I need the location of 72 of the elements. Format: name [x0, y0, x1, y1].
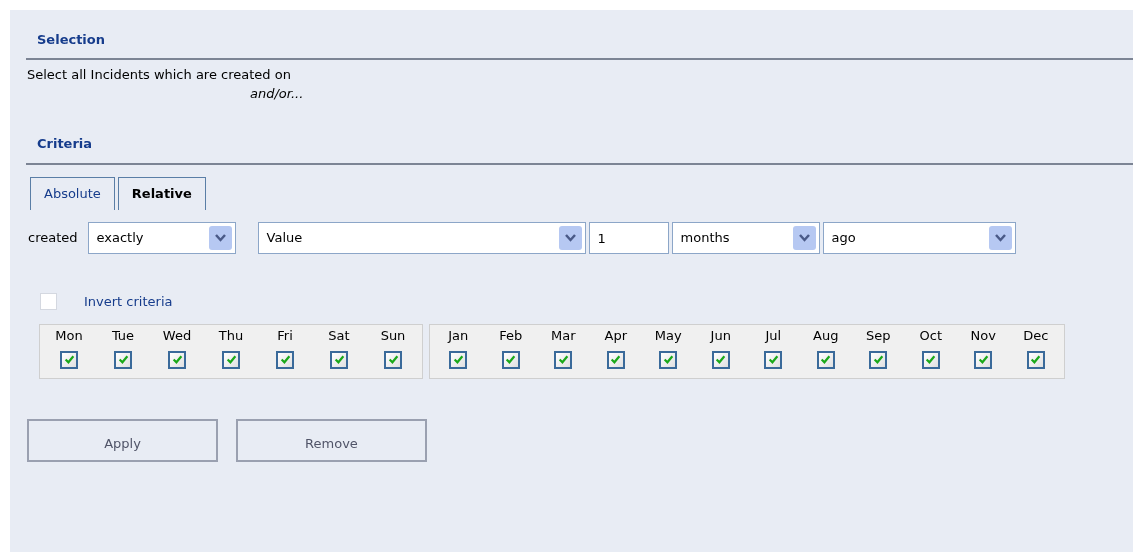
connector-text: and/or... — [250, 85, 304, 101]
checkbox[interactable] — [501, 350, 520, 369]
column-label: Jul — [765, 327, 782, 344]
column-label: Jun — [710, 327, 731, 344]
column-label: Oct — [919, 327, 942, 344]
tab[interactable]: Relative — [117, 177, 206, 210]
check-icon — [171, 354, 183, 365]
column-label: Tue — [111, 327, 135, 344]
check-icon — [333, 354, 345, 365]
column-label: Thu — [218, 327, 244, 344]
column-label: Sep — [866, 327, 891, 344]
column-label: Fri — [277, 327, 293, 344]
check-icon — [225, 354, 237, 365]
check-icon — [977, 354, 989, 365]
dropdown[interactable]: Value — [257, 222, 586, 254]
column-label: May — [654, 327, 682, 344]
checkbox[interactable] — [1026, 350, 1045, 369]
column-label: Apr — [604, 327, 627, 344]
section-heading: Criteria — [36, 134, 94, 153]
checkbox[interactable] — [449, 350, 468, 369]
column-label: Jan — [448, 327, 469, 344]
checkbox[interactable] — [276, 350, 294, 369]
check-icon — [662, 354, 674, 365]
check-icon — [610, 354, 622, 365]
section-heading: Selection — [36, 31, 106, 49]
check-icon — [279, 354, 291, 365]
column-label: Wed — [162, 327, 192, 344]
tab[interactable]: Absolute — [30, 177, 115, 210]
dropdown[interactable]: exactly — [87, 222, 236, 254]
check-icon — [820, 354, 832, 365]
column-label: Dec — [1023, 327, 1049, 344]
check-icon — [925, 354, 937, 365]
column-label: Mar — [551, 327, 576, 344]
action-button[interactable]: Remove — [236, 418, 427, 462]
checkbox[interactable] — [384, 350, 402, 369]
column-label: Sat — [328, 327, 350, 344]
check-icon — [63, 354, 75, 365]
check-icon — [557, 354, 569, 365]
column-label: Nov — [970, 327, 996, 344]
checkbox-label: Invert criteria — [84, 293, 173, 311]
check-icon — [117, 354, 129, 365]
checkbox[interactable] — [711, 350, 730, 369]
column-label: Mon — [55, 327, 83, 344]
checkbox[interactable] — [659, 350, 678, 369]
column-label: Aug — [813, 327, 839, 344]
description-text: Select all Incidents which are created on — [27, 65, 291, 84]
check-icon — [387, 354, 399, 365]
check-icon — [715, 354, 727, 365]
column-label: Sun — [380, 327, 406, 344]
check-icon — [872, 354, 884, 365]
check-icon — [1030, 354, 1042, 365]
checkbox[interactable] — [606, 350, 625, 369]
checkbox[interactable] — [974, 350, 993, 369]
dropdown[interactable]: ago — [822, 222, 1016, 254]
checkbox[interactable] — [921, 350, 940, 369]
checkbox[interactable] — [869, 350, 888, 369]
dropdown[interactable]: months — [671, 222, 820, 254]
field-label: created — [28, 229, 78, 248]
checkbox[interactable] — [330, 350, 348, 369]
text-input[interactable]: 1 — [588, 222, 669, 254]
action-button[interactable]: Apply — [27, 418, 218, 462]
checkbox[interactable] — [60, 350, 78, 369]
checkbox[interactable] — [114, 350, 132, 369]
check-icon — [505, 354, 517, 365]
checkbox[interactable] — [168, 350, 186, 369]
checkbox[interactable] — [816, 350, 835, 369]
checkbox[interactable] — [222, 350, 240, 369]
checkbox[interactable] — [764, 350, 783, 369]
check-icon — [452, 354, 464, 365]
column-label: Feb — [499, 327, 523, 344]
check-icon — [767, 354, 779, 365]
checkbox[interactable] — [554, 350, 573, 369]
